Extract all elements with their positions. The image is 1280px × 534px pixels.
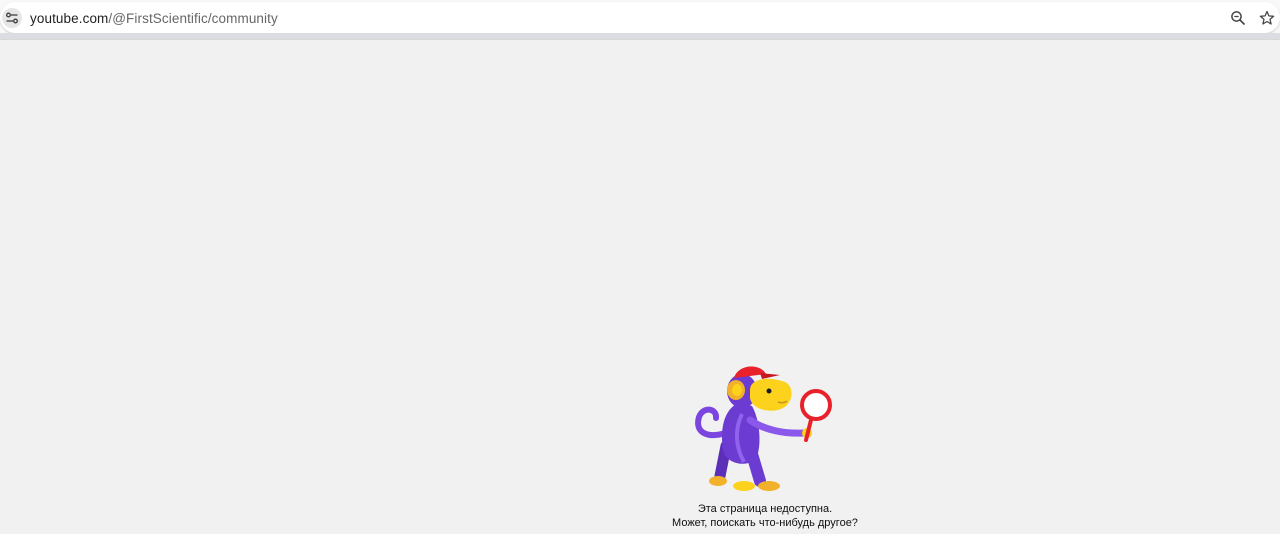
browser-toolbar: youtube.com/@FirstScientific/community [0, 0, 1280, 40]
zoom-icon [1231, 11, 1246, 26]
url-text[interactable]: youtube.com/@FirstScientific/community [30, 11, 278, 26]
url-domain: youtube.com [30, 11, 109, 26]
address-bar[interactable]: youtube.com/@FirstScientific/community [0, 2, 1280, 33]
page-content [0, 40, 1280, 534]
bookmark-button[interactable] [1258, 9, 1276, 27]
tune-icon [6, 12, 18, 24]
message-line-1: Эта страница недоступна. [697, 503, 833, 515]
toolbar-divider [0, 33, 1280, 39]
site-info-button[interactable] [2, 8, 22, 28]
zoom-button[interactable] [1229, 9, 1247, 27]
unavailable-message: Эта страница недоступна. Может, поискать… [565, 502, 965, 530]
monkey-with-magnifier-icon [695, 366, 832, 491]
message-line-2: Может, поискать что-нибудь другое? [672, 517, 858, 529]
star-icon [1259, 10, 1275, 25]
url-path: /@FirstScientific/community [108, 11, 278, 26]
